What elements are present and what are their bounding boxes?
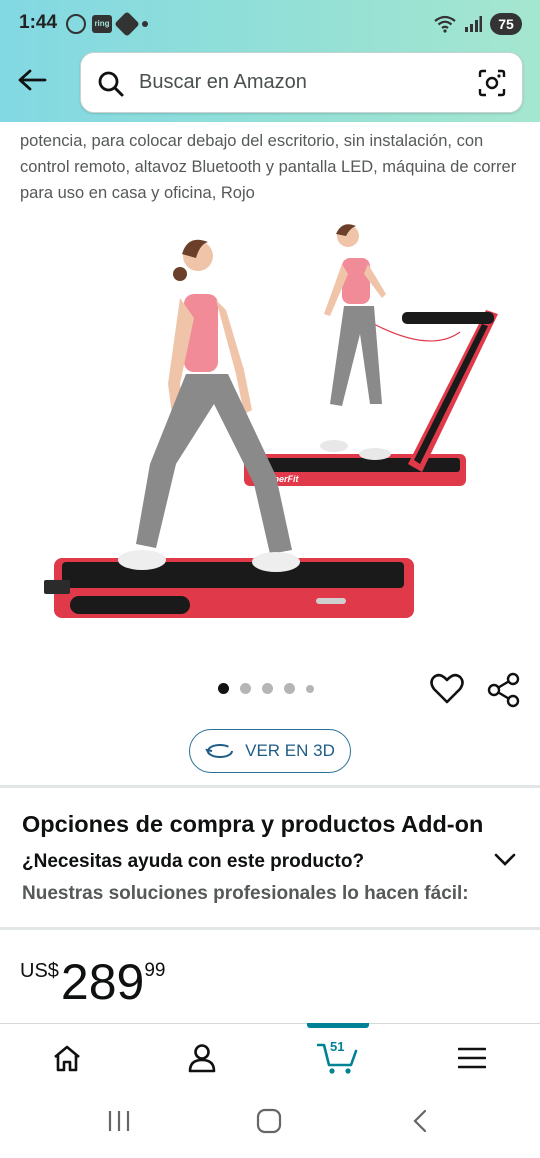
signal-icon [465, 16, 482, 32]
add-to-list-button[interactable] [430, 673, 464, 705]
back-button[interactable] [14, 62, 50, 98]
nav-home[interactable] [47, 1040, 87, 1076]
home-icon [54, 1045, 80, 1072]
price-currency: US$ [20, 960, 59, 982]
treadmill-image: SuperFit [44, 224, 498, 618]
wifi-icon [434, 15, 456, 33]
carousel-dot-1[interactable] [218, 683, 229, 694]
divider [0, 785, 540, 788]
home-button[interactable] [256, 1108, 282, 1134]
search-input[interactable]: Buscar en Amazon [139, 71, 307, 94]
help-subtitle: Nuestras soluciones profesionales lo hac… [22, 883, 469, 904]
status-time: 1:44 [19, 12, 58, 33]
carousel-dot-5[interactable] [306, 684, 314, 693]
ring-app-icon: ring [92, 15, 112, 33]
more-notifications-icon [142, 21, 148, 27]
image-carousel-indicator[interactable] [218, 683, 314, 694]
product-image[interactable]: SuperFit [30, 214, 510, 634]
nav-menu[interactable] [452, 1040, 492, 1076]
price-fraction: 99 [144, 960, 166, 981]
camera-lens-icon[interactable] [477, 68, 507, 98]
view-in-3d-button[interactable]: VER EN 3D [189, 729, 351, 773]
carousel-dot-3[interactable] [262, 683, 273, 694]
carousel-dot-4[interactable] [284, 683, 295, 694]
amazon-app: 1:44 ring 75 Buscar en Amazon potencia, … [0, 0, 540, 1158]
hamburger-menu-icon [458, 1047, 486, 1069]
cart-count-badge: 51 [330, 1039, 345, 1054]
divider [0, 927, 540, 930]
rotate-3d-icon [205, 744, 234, 758]
search-icon [98, 71, 124, 97]
help-question[interactable]: ¿Necesitas ayuda con este producto? [22, 851, 364, 873]
recent-apps-button[interactable] [106, 1108, 132, 1134]
share-icon [487, 672, 520, 708]
arrow-left-icon [18, 69, 47, 91]
active-tab-indicator [307, 1023, 369, 1028]
price-whole: 289 [60, 954, 145, 1010]
status-bar: 1:44 ring 75 [0, 0, 540, 48]
notification-icons: ring [66, 11, 148, 37]
section-title: Opciones de compra y productos Add-on [22, 811, 484, 837]
heart-icon [430, 673, 464, 704]
battery-indicator: 75 [490, 13, 522, 35]
header: 1:44 ring 75 Buscar en Amazon [0, 0, 540, 122]
nav-account[interactable] [182, 1040, 222, 1076]
tag-icon [114, 11, 140, 37]
price: US$ 289 99 [20, 954, 165, 1010]
chevron-down-icon[interactable] [494, 853, 516, 867]
view-in-3d-label: VER EN 3D [245, 741, 335, 760]
search-bar[interactable]: Buscar en Amazon [80, 52, 523, 113]
whatsapp-icon [66, 14, 86, 34]
system-back-button[interactable] [408, 1108, 434, 1134]
user-icon [188, 1044, 216, 1073]
carousel-dot-2[interactable] [240, 683, 251, 694]
product-title: potencia, para colocar debajo del escrit… [20, 132, 517, 202]
share-button[interactable] [486, 672, 522, 708]
system-status: 75 [434, 13, 522, 35]
